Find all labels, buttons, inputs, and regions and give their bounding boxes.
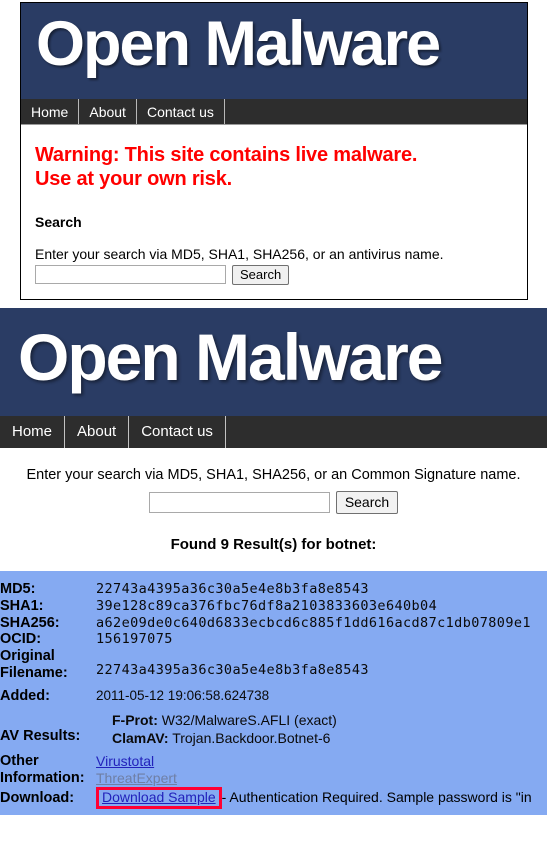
av-detection-clamav: Trojan.Backdoor.Botnet-6 xyxy=(172,729,331,746)
value-sha1: 39e128c89ca376fbc76df8a2103833603e640b04 xyxy=(96,597,438,614)
label-original-filename: Original Filename: xyxy=(0,648,68,682)
table-row-av-results: AV Results: F-Prot: W32/MalwareS.AFLI (e… xyxy=(0,711,547,747)
nav-item-about[interactable]: About xyxy=(79,99,137,124)
result-details-panel: MD5: 22743a4395a36c30a5e4e8b3fa8e8543 SH… xyxy=(0,571,547,816)
value-download: Download Sample - Authentication Required… xyxy=(96,787,547,810)
label-md5: MD5: xyxy=(0,581,36,597)
search-hint-text: Enter your search via MD5, SHA1, SHA256,… xyxy=(35,245,444,262)
other-link-wrapper-threatexpert: ThreatExpert xyxy=(96,770,547,787)
av-entry-fprot: F-Prot: W32/MalwareS.AFLI (exact) xyxy=(96,711,547,729)
value-added: 2011-05-12 19:06:58.624738 xyxy=(96,687,270,703)
site-title: Open Malware xyxy=(36,9,441,79)
label-download: Download: xyxy=(0,790,75,807)
nav-item-about-main[interactable]: About xyxy=(65,416,130,448)
site-title-main: Open Malware xyxy=(18,320,443,394)
label-av-results: AV Results: xyxy=(0,727,81,744)
nav-item-home-main[interactable]: Home xyxy=(0,416,66,448)
value-av-results: F-Prot: W32/MalwareS.AFLI (exact) ClamAV… xyxy=(96,711,547,747)
preview-search-form: Search xyxy=(35,264,513,285)
link-threatexpert[interactable]: ThreatExpert xyxy=(96,770,177,786)
link-virustotal[interactable]: Virustotal xyxy=(96,753,154,769)
main-page-section: Open Malware Home About Contact us Enter… xyxy=(0,308,547,842)
label-sha1: SHA1: xyxy=(0,597,44,614)
search-heading: Search xyxy=(35,213,82,230)
malware-warning-line-1: Warning: This site contains live malware… xyxy=(35,144,418,166)
av-engine-clamav: ClamAV: xyxy=(112,729,169,746)
table-row-other-information: Other Information: Virustotal ThreatExpe… xyxy=(0,753,547,787)
preview-navigation-bar: Home About Contact us xyxy=(21,99,527,125)
other-link-wrapper-virustotal: Virustotal xyxy=(96,753,547,770)
results-count-heading: Found 9 Result(s) for botnet: xyxy=(170,536,377,553)
download-sample-highlight: Download Sample xyxy=(96,787,222,810)
search-button[interactable]: Search xyxy=(232,264,290,285)
search-input[interactable] xyxy=(35,265,226,285)
value-sha256: a62e09de0c640d6833ecbcd6c885f1dd616acd87… xyxy=(96,614,531,631)
value-original-filename: 22743a4395a36c30a5e4e8b3fa8e8543 xyxy=(96,662,369,679)
malware-warning: Warning: This site contains live malware… xyxy=(35,143,513,192)
table-row-md5: MD5: 22743a4395a36c30a5e4e8b3fa8e8543 xyxy=(0,581,547,598)
malware-warning-line-2: Use at your own risk. xyxy=(35,168,232,191)
search-form: Search xyxy=(0,491,547,514)
av-detection-fprot: W32/MalwareS.AFLI (exact) xyxy=(161,711,337,728)
table-row-ocid: OCID: 156197075 xyxy=(0,631,547,648)
result-table: MD5: 22743a4395a36c30a5e4e8b3fa8e8543 SH… xyxy=(0,581,547,810)
search-button-main[interactable]: Search xyxy=(335,491,399,514)
label-added: Added: xyxy=(0,687,50,704)
preview-card: Open Malware Home About Contact us Warni… xyxy=(20,2,528,300)
table-row-sha1: SHA1: 39e128c89ca376fbc76df8a2103833603e… xyxy=(0,598,547,615)
nav-item-home[interactable]: Home xyxy=(21,99,80,124)
preview-site-banner: Open Malware xyxy=(21,3,527,99)
preview-content: Warning: This site contains live malware… xyxy=(21,125,527,299)
table-row-original-filename: Original Filename: 22743a4395a36c30a5e4e… xyxy=(0,648,547,682)
preview-screenshot-section: Open Malware Home About Contact us Warni… xyxy=(0,0,547,300)
value-md5: 22743a4395a36c30a5e4e8b3fa8e8543 xyxy=(96,581,369,597)
table-row-sha256: SHA256: a62e09de0c640d6833ecbcd6c885f1dd… xyxy=(0,615,547,632)
search-input-main[interactable] xyxy=(148,492,330,513)
table-row-added: Added: 2011-05-12 19:06:58.624738 xyxy=(0,688,547,705)
label-ocid: OCID: xyxy=(0,631,42,648)
av-engine-fprot: F-Prot: xyxy=(112,711,158,728)
value-other-information: Virustotal ThreatExpert xyxy=(96,753,547,787)
table-row-download: Download: Download Sample - Authenticatio… xyxy=(0,787,547,810)
navigation-bar: Home About Contact us xyxy=(0,416,547,449)
download-note: - Authentication Required. Sample passwo… xyxy=(221,789,532,806)
label-sha256: SHA256: xyxy=(0,614,60,631)
search-hint-text-main: Enter your search via MD5, SHA1, SHA256,… xyxy=(26,467,521,483)
value-ocid: 156197075 xyxy=(96,631,173,648)
label-other-information: Other Information: xyxy=(0,753,85,786)
link-download-sample[interactable]: Download Sample xyxy=(102,789,216,805)
av-entry-clamav: ClamAV: Trojan.Backdoor.Botnet-6 xyxy=(96,729,547,747)
page-content: Enter your search via MD5, SHA1, SHA256,… xyxy=(0,449,547,816)
nav-item-contact-us-main[interactable]: Contact us xyxy=(129,416,226,448)
site-banner: Open Malware xyxy=(0,308,547,416)
nav-item-contact-us[interactable]: Contact us xyxy=(137,99,225,124)
